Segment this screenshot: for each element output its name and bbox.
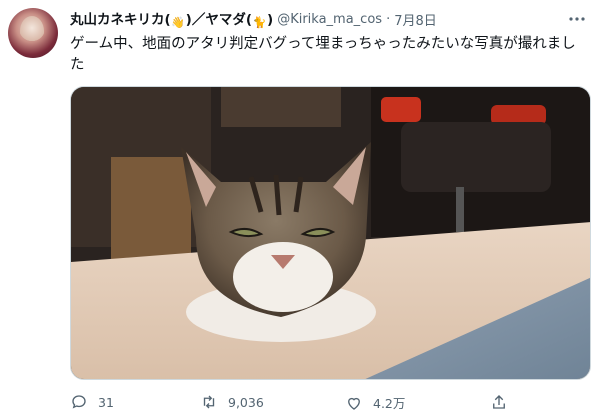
- wave-emoji-icon: 👋: [171, 16, 186, 29]
- display-name[interactable]: 丸山カネキリカ(👋)／ヤマダ(🐈): [70, 8, 273, 30]
- display-name-part-1: 丸山カネキリカ(: [70, 12, 171, 28]
- reply-icon: [72, 395, 86, 409]
- tweet-header: 丸山カネキリカ(👋)／ヤマダ(🐈) @Kirika_ma_cos · 7月8日: [70, 8, 560, 30]
- tweet-text: ゲーム中、地面のアタリ判定バグって埋まっちゃったみたいな写真が撮れました: [70, 36, 576, 73]
- share-icon: [493, 395, 505, 409]
- display-name-part-2: )／ヤマダ(: [185, 12, 253, 28]
- like-icon: [348, 397, 360, 410]
- tweet-actions: 31 9,036 4.2万: [70, 393, 590, 415]
- retweet-icon: [203, 395, 215, 409]
- tweet-photo[interactable]: [70, 86, 591, 380]
- like-action[interactable]: 4.2万: [345, 393, 405, 412]
- user-handle[interactable]: @Kirika_ma_cos: [277, 12, 382, 27]
- reply-count: 31: [98, 394, 114, 410]
- like-count: 4.2万: [373, 396, 406, 411]
- cat-photo: [71, 87, 590, 379]
- share-action[interactable]: [490, 393, 508, 411]
- reply-action[interactable]: 31: [70, 393, 114, 411]
- retweet-count: 9,036: [228, 394, 264, 410]
- retweet-action[interactable]: 9,036: [200, 393, 264, 411]
- display-name-part-3: ): [267, 12, 274, 28]
- tweet-date[interactable]: 7月8日: [394, 10, 437, 29]
- cat-emoji-icon: 🐈: [252, 16, 267, 29]
- avatar[interactable]: [8, 8, 58, 58]
- more-icon[interactable]: [568, 10, 586, 28]
- separator-dot: ·: [386, 11, 391, 27]
